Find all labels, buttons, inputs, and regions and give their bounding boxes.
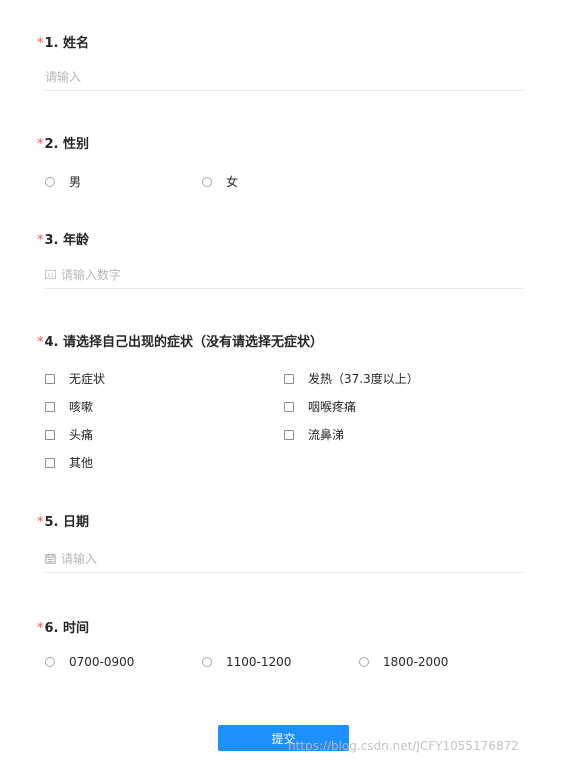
svg-text:12: 12 (47, 273, 54, 279)
calendar-icon (45, 552, 56, 564)
name-input-placeholder: 请输入 (45, 69, 82, 84)
question-gender: *2. 性别 男 女 (37, 137, 523, 189)
checkbox[interactable] (284, 429, 294, 440)
radio-button[interactable] (45, 657, 55, 667)
radio-option-female[interactable]: 女 (202, 173, 238, 190)
option-label: 发热（37.3度以上） (308, 372, 419, 386)
option-label: 流鼻涕 (308, 428, 345, 442)
question-title-text: 5. 日期 (44, 515, 90, 530)
option-label: 0700-0900 (69, 655, 135, 669)
checkbox[interactable] (45, 457, 55, 468)
checkbox-option[interactable]: 无症状 (45, 370, 105, 387)
radio-option-male[interactable]: 男 (45, 173, 81, 190)
name-input[interactable]: 请输入 (45, 62, 523, 91)
question-title: *3. 年龄 (37, 233, 523, 249)
number-icon: 12 (45, 269, 56, 279)
option-label: 无症状 (69, 372, 106, 386)
question-time: *6. 时间 0700-0900 1100-1200 1800-2000 (37, 621, 523, 669)
checkbox-option[interactable]: 发热（37.3度以上） (284, 370, 419, 387)
checkbox-option[interactable]: 流鼻涕 (284, 426, 344, 443)
option-label: 其他 (69, 456, 94, 470)
radio-button[interactable] (359, 657, 369, 667)
checkbox[interactable] (284, 373, 294, 384)
option-label: 1800-2000 (383, 655, 449, 669)
question-age: *3. 年龄 12 请输入数字 (37, 233, 523, 289)
checkbox[interactable] (45, 429, 55, 440)
radio-option-time-1[interactable]: 0700-0900 (45, 655, 134, 669)
date-input-placeholder: 请输入 (61, 551, 98, 566)
checkbox-option[interactable]: 其他 (45, 454, 93, 471)
radio-button[interactable] (202, 657, 212, 667)
radio-option-time-2[interactable]: 1100-1200 (202, 655, 291, 669)
question-title-text: 6. 时间 (44, 621, 90, 636)
question-title: *2. 性别 (37, 137, 523, 153)
required-mark: * (37, 233, 44, 248)
checkbox-option[interactable]: 咽喉疼痛 (284, 398, 356, 415)
question-title: *6. 时间 (37, 621, 523, 637)
required-mark: * (37, 335, 44, 350)
required-mark: * (37, 515, 44, 530)
question-title-text: 1. 姓名 (44, 36, 90, 51)
question-title: *4. 请选择自己出现的症状（没有请选择无症状） (37, 335, 523, 351)
question-title-text: 4. 请选择自己出现的症状（没有请选择无症状） (44, 335, 324, 350)
option-label: 女 (226, 175, 239, 189)
required-mark: * (37, 36, 44, 51)
watermark-text: https://blog.csdn.net/JCFY1055176872 (288, 739, 519, 753)
question-title-text: 2. 性别 (44, 137, 90, 152)
required-mark: * (37, 137, 44, 152)
checkbox-option[interactable]: 咳嗽 (45, 398, 93, 415)
option-label: 咳嗽 (69, 400, 94, 414)
checkbox[interactable] (45, 373, 55, 384)
checkbox[interactable] (45, 401, 55, 412)
age-input-placeholder: 请输入数字 (61, 267, 122, 282)
date-input[interactable]: 请输入 (45, 544, 523, 573)
radio-option-time-3[interactable]: 1800-2000 (359, 655, 448, 669)
question-date: *5. 日期 请输入 (37, 515, 523, 573)
checkbox-option[interactable]: 头痛 (45, 426, 93, 443)
question-symptoms: *4. 请选择自己出现的症状（没有请选择无症状） 无症状 发热（37.3度以上）… (37, 335, 523, 470)
required-mark: * (37, 621, 44, 636)
checkbox[interactable] (284, 401, 294, 412)
option-label: 咽喉疼痛 (308, 400, 357, 414)
question-title: *1. 姓名 (37, 36, 523, 52)
option-label: 头痛 (69, 428, 94, 442)
option-label: 男 (69, 175, 82, 189)
question-title: *5. 日期 (37, 515, 523, 531)
age-input[interactable]: 12 请输入数字 (45, 260, 523, 289)
question-title-text: 3. 年龄 (44, 233, 90, 248)
option-label: 1100-1200 (226, 655, 292, 669)
radio-button[interactable] (45, 176, 55, 187)
question-name: *1. 姓名 请输入 (37, 36, 523, 91)
radio-button[interactable] (202, 176, 212, 187)
